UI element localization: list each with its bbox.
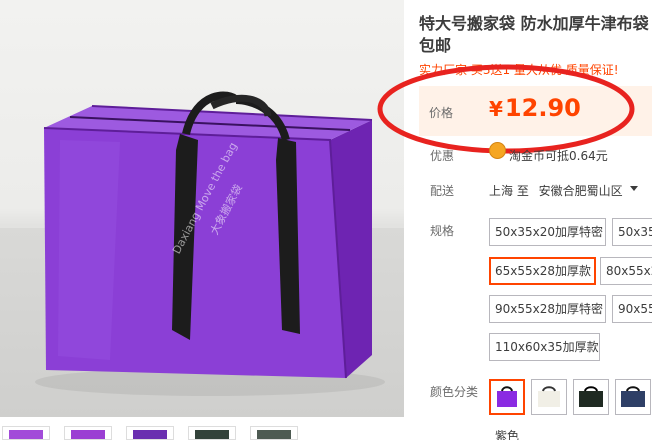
product-main-image[interactable]: Daxiang Move the bag 大象搬家袋: [0, 0, 404, 417]
price-amount: 12.90: [504, 94, 581, 122]
product-subtitle: 实力厂家 买3送1 量大从优 质量保证!: [419, 63, 619, 77]
color-label: 颜色分类: [430, 385, 479, 399]
price-box: 价格 ¥12.90: [419, 86, 652, 136]
shipping-label: 配送: [430, 184, 455, 198]
promo-label: 优惠: [430, 149, 455, 163]
thumbnail-4[interactable]: [188, 426, 236, 440]
spec-option[interactable]: 90x55x28加厚款: [612, 295, 652, 323]
ship-route: 上海 至 安徽合肥蜀山区: [489, 182, 623, 199]
spec-option[interactable]: 50x35x20加厚特密: [489, 218, 606, 246]
thumbnail-1[interactable]: [2, 426, 50, 440]
color-swatch-black[interactable]: [573, 379, 609, 415]
thumbnail-5[interactable]: [250, 426, 298, 440]
spec-option[interactable]: 90x55x28加厚特密: [489, 295, 606, 323]
price-value: ¥12.90: [489, 94, 581, 122]
spec-option[interactable]: 80x55x28加厚特密: [600, 257, 652, 285]
product-title-line2: 包邮: [419, 36, 452, 55]
thumbnail-3[interactable]: [126, 426, 174, 440]
spec-option-selected[interactable]: 65x55x28加厚款: [489, 257, 596, 285]
selected-color-name: 紫色: [495, 429, 520, 440]
thumbnail-2[interactable]: [64, 426, 112, 440]
spec-option[interactable]: 110x60x35加厚款: [489, 333, 600, 361]
ship-from: 上海 至: [489, 184, 529, 198]
ship-to-select[interactable]: 安徽合肥蜀山区: [539, 184, 623, 198]
color-swatch-beige[interactable]: [531, 379, 567, 415]
thumbnail-strip: [0, 426, 404, 440]
color-swatch-purple[interactable]: [489, 379, 525, 415]
currency-symbol: ¥: [489, 97, 503, 121]
spec-option[interactable]: 50x35x20加厚款: [612, 218, 652, 246]
promo-text: 淘金币可抵0.64元: [509, 149, 608, 163]
coin-icon: [489, 142, 506, 159]
chevron-down-icon[interactable]: [630, 186, 638, 191]
product-title-line1: 特大号搬家袋 防水加厚牛津布袋: [419, 14, 649, 33]
spec-label: 规格: [430, 224, 455, 238]
price-label: 价格: [429, 106, 454, 120]
color-swatch-navy[interactable]: [615, 379, 651, 415]
product-title: 特大号搬家袋 防水加厚牛津布袋 包邮: [419, 13, 652, 57]
